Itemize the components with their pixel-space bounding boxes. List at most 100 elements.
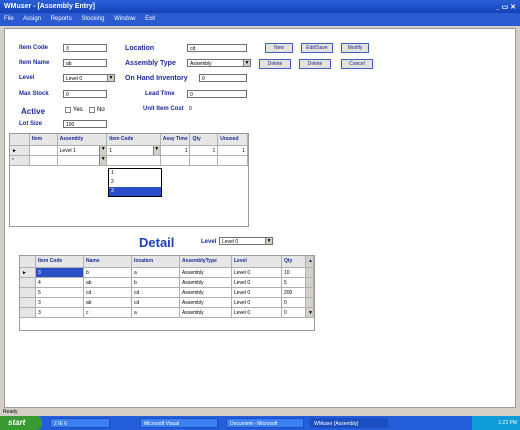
table-cell[interactable]: Assembly [180, 298, 232, 308]
table-cell[interactable] [218, 156, 248, 166]
menu-window[interactable]: Window [114, 16, 135, 22]
scrollbar-track[interactable] [306, 278, 314, 288]
table-cell[interactable] [190, 156, 219, 166]
chevron-down-icon[interactable]: ▼ [107, 75, 114, 81]
table-cell[interactable] [160, 156, 191, 166]
scrollbar-track[interactable] [306, 288, 314, 298]
taskbar-item-active[interactable]: WMuser [Assembly] [310, 418, 388, 428]
table-cell[interactable]: Assembly [180, 288, 232, 298]
table-row[interactable]: 5 cd cd Assembly Level 0 200 [20, 288, 314, 298]
table-cell[interactable]: Assembly [180, 308, 232, 318]
row-selector[interactable] [20, 308, 36, 318]
delete-button-2[interactable]: Delete [299, 59, 331, 69]
item-code-field[interactable]: 3 [63, 44, 107, 52]
table-cell[interactable]: Assembly [180, 278, 232, 288]
scrollbar-up[interactable]: ▲ [306, 256, 314, 268]
chevron-down-icon[interactable]: ▼ [99, 146, 107, 155]
chevron-down-icon[interactable]: ▼ [99, 156, 107, 165]
menu-assign[interactable]: Assign [23, 16, 41, 22]
table-cell[interactable]: 4 [36, 278, 84, 288]
lot-size-field[interactable]: 100 [63, 120, 107, 128]
table-cell[interactable]: 5 [36, 288, 84, 298]
window-controls[interactable]: _ ▭ ✕ [496, 3, 516, 11]
table-cell[interactable]: Level 0 [232, 298, 282, 308]
table-cell[interactable] [29, 156, 58, 166]
on-hand-field[interactable]: 0 [199, 74, 247, 82]
delete-button[interactable]: Delete [259, 59, 291, 69]
chevron-down-icon[interactable]: ▼ [243, 60, 250, 66]
table-cell[interactable]: 1 ▼ [107, 146, 161, 156]
table-cell[interactable]: 5 [282, 278, 306, 288]
modify-button[interactable]: Modify [341, 43, 369, 53]
table-cell[interactable]: 3 [36, 308, 84, 318]
chevron-down-icon[interactable]: ▼ [265, 238, 272, 244]
location-field[interactable]: cd [187, 44, 247, 52]
taskbar-item[interactable]: Microsoft Visual [140, 418, 218, 428]
dropdown-option[interactable]: 2 [109, 178, 161, 187]
table-cell[interactable]: Level 0 [232, 278, 282, 288]
table-cell[interactable]: 10 [282, 268, 306, 278]
menu-stocking[interactable]: Stocking [81, 16, 104, 22]
start-button[interactable]: start [0, 416, 42, 430]
taskbar-item[interactable]: 2 IE 6 [50, 418, 110, 428]
table-cell[interactable]: 3 [36, 268, 84, 278]
table-row[interactable]: 3 c a Assembly Level 0 0 ▼ [20, 308, 314, 318]
assembly-type-select[interactable]: Assembly ▼ [187, 59, 251, 67]
scrollbar-thumb[interactable] [306, 298, 314, 308]
table-cell[interactable]: ab [84, 298, 132, 308]
edit-save-button[interactable]: Edit/Save [301, 43, 333, 53]
table-cell[interactable] [29, 146, 58, 156]
table-cell[interactable]: 0 [282, 308, 306, 318]
row-selector[interactable]: * [10, 156, 30, 166]
active-no-checkbox[interactable] [89, 107, 95, 113]
level-select[interactable]: Level 0 ▼ [63, 74, 115, 82]
item-code-dropdown-list[interactable]: 1 2 3 [108, 168, 162, 197]
table-cell[interactable]: ▼ [57, 156, 108, 166]
active-yes-checkbox[interactable] [65, 107, 71, 113]
table-row[interactable]: * ▼ [10, 156, 248, 166]
row-selector[interactable] [20, 288, 36, 298]
row-selector[interactable]: ► [10, 146, 30, 156]
menu-file[interactable]: File [4, 16, 14, 22]
row-selector[interactable] [20, 298, 36, 308]
table-cell[interactable]: a [132, 268, 180, 278]
table-cell[interactable]: Assembly [180, 268, 232, 278]
table-cell[interactable]: 1 [160, 146, 191, 156]
table-cell[interactable]: a [132, 308, 180, 318]
table-cell[interactable]: b [132, 278, 180, 288]
table-cell[interactable] [107, 156, 161, 166]
table-cell[interactable]: c [84, 308, 132, 318]
new-button[interactable]: New [265, 43, 293, 53]
scrollbar-track[interactable] [306, 268, 314, 278]
table-cell[interactable]: Level 0 [232, 268, 282, 278]
table-cell[interactable]: ab [84, 278, 132, 288]
table-cell[interactable]: Level 0 [232, 308, 282, 318]
table-cell[interactable]: Level 1 ▼ [57, 146, 108, 156]
table-cell[interactable]: 200 [282, 288, 306, 298]
table-row[interactable]: ► 3 b a Assembly Level 0 10 [20, 268, 314, 278]
table-cell[interactable]: b [84, 268, 132, 278]
table-cell[interactable]: 1 [190, 146, 219, 156]
table-row[interactable]: ► Level 1 ▼ 1 ▼ 1 1 1 [10, 146, 248, 156]
table-row[interactable]: 4 ab b Assembly Level 0 5 [20, 278, 314, 288]
table-cell[interactable]: 0 [282, 298, 306, 308]
chevron-down-icon[interactable]: ▼ [152, 146, 160, 155]
table-cell[interactable]: 1 [218, 146, 248, 156]
dropdown-option-selected[interactable]: 3 [109, 187, 161, 196]
detail-level-select[interactable]: Level 0 ▼ [219, 237, 273, 245]
menu-exit[interactable]: Exit [145, 16, 155, 22]
table-row[interactable]: 3 ab cd Assembly Level 0 0 [20, 298, 314, 308]
table-cell[interactable]: 3 [36, 298, 84, 308]
item-name-field[interactable]: ab [63, 59, 107, 67]
dropdown-option[interactable]: 1 [109, 169, 161, 178]
row-selector[interactable]: ► [20, 268, 36, 278]
menu-reports[interactable]: Reports [51, 16, 72, 22]
cancel-button[interactable]: Cancel [341, 59, 373, 69]
taskbar-item[interactable]: Document - Microsoft [226, 418, 304, 428]
lead-time-field[interactable]: 0 [187, 90, 247, 98]
table-cell[interactable]: cd [84, 288, 132, 298]
scrollbar-down[interactable]: ▼ [306, 308, 314, 318]
row-selector[interactable] [20, 278, 36, 288]
table-cell[interactable]: Level 0 [232, 288, 282, 298]
table-cell[interactable]: cd [132, 298, 180, 308]
